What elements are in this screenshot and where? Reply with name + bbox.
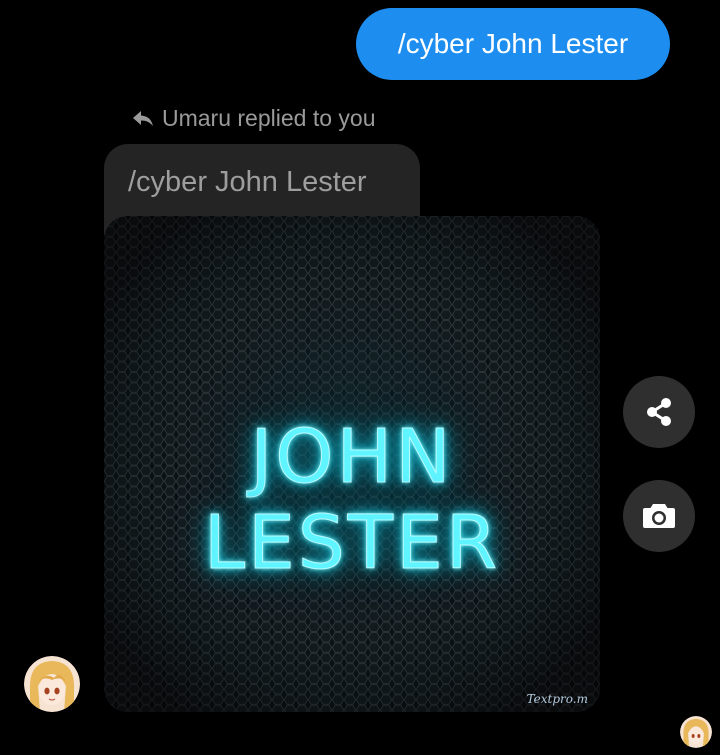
watermark: Textpro.m [526,692,588,706]
sent-message-bubble[interactable]: /cyber John Lester [356,8,670,80]
reply-indicator: Umaru replied to you [132,104,376,132]
seen-avatar [680,716,712,748]
reply-image[interactable]: JOHN LESTER Textpro.m [104,216,600,712]
neon-name-text: JOHN LESTER [203,414,501,587]
share-button[interactable] [623,376,695,448]
camera-button[interactable] [623,480,695,552]
share-icon [647,398,671,426]
reply-arrow-icon [133,111,153,126]
anime-avatar-small-icon [680,716,712,748]
sender-avatar[interactable] [24,656,80,712]
camera-icon [643,504,675,528]
quoted-message-text: /cyber John Lester [128,166,367,198]
anime-avatar-icon [24,656,80,712]
reply-indicator-label: Umaru replied to you [162,104,376,131]
sent-message-text: /cyber John Lester [397,28,629,59]
